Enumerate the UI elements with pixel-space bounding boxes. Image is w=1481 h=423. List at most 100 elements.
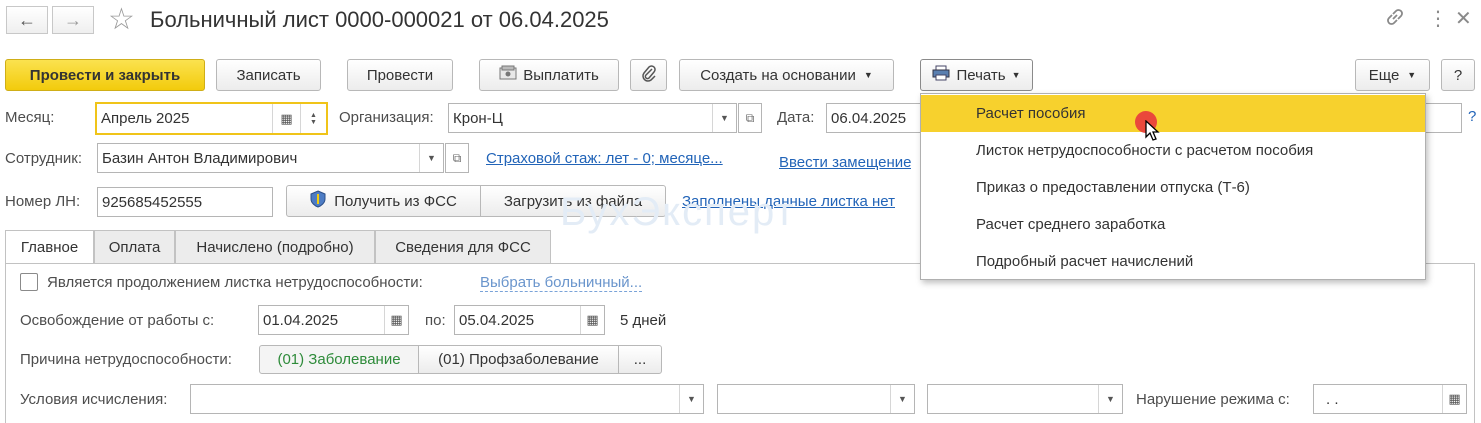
paperclip-icon — [641, 64, 657, 86]
employee-label: Сотрудник: — [5, 150, 83, 167]
cause-disease-label: (01) Заболевание — [277, 351, 401, 368]
employee-value: Базин Антон Владимирович — [102, 149, 298, 167]
back-button[interactable]: ← — [6, 6, 48, 34]
conditions-field-3[interactable]: ▼ — [927, 384, 1123, 414]
days-count: 5 дней — [620, 312, 667, 329]
payment-icon — [499, 65, 517, 85]
violation-date-value: . . — [1326, 390, 1339, 408]
menu-item-sick-leave-with-calculation[interactable]: Листок нетрудоспособности с расчетом пос… — [921, 132, 1425, 169]
close-icon[interactable]: ✕ — [1455, 6, 1472, 31]
fss-shield-icon — [310, 190, 326, 212]
insurance-length-link[interactable]: Страховой стаж: лет - 0; месяце... — [486, 150, 723, 167]
conditions-field-2[interactable]: ▼ — [717, 384, 915, 414]
continuation-label: Является продолжением листка нетрудоспос… — [47, 274, 423, 291]
chevron-down-icon: ▼ — [1011, 70, 1021, 80]
print-label: Печать — [956, 66, 1006, 84]
violation-date-field[interactable]: . . ▦ — [1313, 384, 1467, 414]
more-button[interactable]: Еще ▼ — [1355, 59, 1430, 91]
cause-more-button[interactable]: ... — [618, 345, 662, 374]
watermark-logo: БухЭксперт — [560, 190, 796, 234]
menu-item-detailed-accruals[interactable]: Подробный расчет начислений — [921, 243, 1425, 280]
create-based-on-button[interactable]: Создать на основании ▼ — [679, 59, 894, 91]
organization-field[interactable]: Крон-Ц ▼ — [448, 103, 737, 133]
calendar-icon[interactable]: ▦ — [1442, 385, 1466, 413]
print-button[interactable]: Печать ▼ — [920, 59, 1033, 91]
date-field[interactable]: 06.04.2025 — [826, 103, 926, 133]
menu-item-vacation-order[interactable]: Приказ о предоставлении отпуска (Т-6) — [921, 169, 1425, 206]
cause-more-label: ... — [633, 351, 647, 368]
post-label: Провести — [366, 66, 434, 84]
post-and-close-label: Провести и закрыть — [29, 66, 181, 84]
more-vertical-icon[interactable]: ⋮ — [1428, 6, 1448, 31]
cause-disease-button[interactable]: (01) Заболевание — [259, 345, 419, 374]
month-label: Месяц: — [5, 109, 55, 126]
chevron-down-icon[interactable]: ▼ — [890, 385, 914, 413]
ln-number-label: Номер ЛН: — [5, 193, 81, 210]
get-from-fss-button[interactable]: Получить из ФСС — [286, 185, 481, 217]
save-label: Записать — [236, 66, 301, 84]
post-and-close-button[interactable]: Провести и закрыть — [5, 59, 205, 91]
help-question-icon[interactable]: ? — [1468, 108, 1476, 125]
date-label: Дата: — [777, 109, 815, 126]
arrow-left-icon: ← — [18, 9, 36, 30]
chevron-down-icon[interactable]: ▼ — [419, 144, 443, 172]
cause-occupational-label: (01) Профзаболевание — [438, 351, 599, 368]
ln-number-value: 925685452555 — [102, 193, 203, 211]
open-organization-button[interactable]: ⧉ — [738, 103, 762, 133]
menu-item-benefit-calculation[interactable]: Расчет пособия — [921, 95, 1425, 132]
date-value: 06.04.2025 — [831, 109, 907, 127]
enter-replacement-link[interactable]: Ввести замещение — [779, 154, 911, 171]
tab-payment[interactable]: Оплата — [94, 230, 175, 263]
open-employee-button[interactable]: ⧉ — [445, 143, 469, 173]
link-icon[interactable] — [1384, 6, 1406, 33]
arrow-right-icon: → — [64, 9, 82, 30]
conditions-field-1[interactable]: ▼ — [190, 384, 704, 414]
release-to-field[interactable]: 05.04.2025 ▦ — [454, 305, 605, 335]
chevron-down-icon[interactable]: ▼ — [712, 104, 736, 132]
post-button[interactable]: Провести — [347, 59, 453, 91]
calendar-icon[interactable]: ▦ — [384, 306, 408, 334]
mouse-cursor-icon — [1145, 119, 1161, 146]
employee-field[interactable]: Базин Антон Владимирович ▼ — [97, 143, 444, 173]
attach-button[interactable] — [630, 59, 667, 91]
date-field-tail — [1425, 103, 1462, 133]
choose-sick-leave-link[interactable]: Выбрать больничный... — [480, 274, 643, 292]
more-label: Еще — [1368, 66, 1400, 84]
tab-main[interactable]: Главное — [5, 230, 94, 264]
continuation-checkbox[interactable] — [20, 273, 38, 291]
month-field[interactable]: Апрель 2025 ▦ ▲ ▼ — [95, 102, 328, 135]
get-from-fss-label: Получить из ФСС — [334, 192, 457, 210]
ln-number-field[interactable]: 925685452555 — [97, 187, 273, 217]
cause-occupational-button[interactable]: (01) Профзаболевание — [418, 345, 619, 374]
cause-label: Причина нетрудоспособности: — [20, 351, 232, 368]
release-to-label: по: — [425, 312, 446, 329]
forward-button[interactable]: → — [52, 6, 94, 34]
tab-fss-info[interactable]: Сведения для ФСС — [375, 230, 551, 263]
print-menu: Расчет пособия Листок нетрудоспособности… — [920, 93, 1426, 280]
pay-label: Выплатить — [523, 66, 599, 84]
calendar-icon[interactable]: ▦ — [272, 104, 300, 133]
printer-icon — [932, 65, 950, 85]
violation-label: Нарушение режима с: — [1136, 391, 1290, 408]
organization-label: Организация: — [339, 109, 434, 126]
release-from-value: 01.04.2025 — [263, 311, 339, 329]
tab-accrued-detail[interactable]: Начислено (подробно) — [175, 230, 375, 263]
help-label: ? — [1453, 66, 1463, 84]
pay-button[interactable]: Выплатить — [479, 59, 619, 91]
month-stepper[interactable]: ▲ ▼ — [300, 104, 326, 133]
menu-item-average-earnings[interactable]: Расчет среднего заработка — [921, 206, 1425, 243]
chevron-down-icon: ▼ — [1407, 70, 1417, 80]
month-value: Апрель 2025 — [101, 110, 190, 127]
release-to-value: 05.04.2025 — [459, 311, 535, 329]
favorite-star-icon[interactable]: ☆ — [108, 2, 135, 37]
chevron-down-icon: ▼ — [863, 70, 873, 80]
release-from-field[interactable]: 01.04.2025 ▦ — [258, 305, 409, 335]
chevron-down-icon[interactable]: ▼ — [1098, 385, 1122, 413]
page-title: Больничный лист 0000-000021 от 06.04.202… — [150, 7, 609, 32]
help-button[interactable]: ? — [1441, 59, 1475, 91]
save-button[interactable]: Записать — [216, 59, 321, 91]
chevron-down-icon[interactable]: ▼ — [679, 385, 703, 413]
conditions-label: Условия исчисления: — [20, 391, 168, 408]
create-based-label: Создать на основании — [700, 66, 856, 84]
calendar-icon[interactable]: ▦ — [580, 306, 604, 334]
